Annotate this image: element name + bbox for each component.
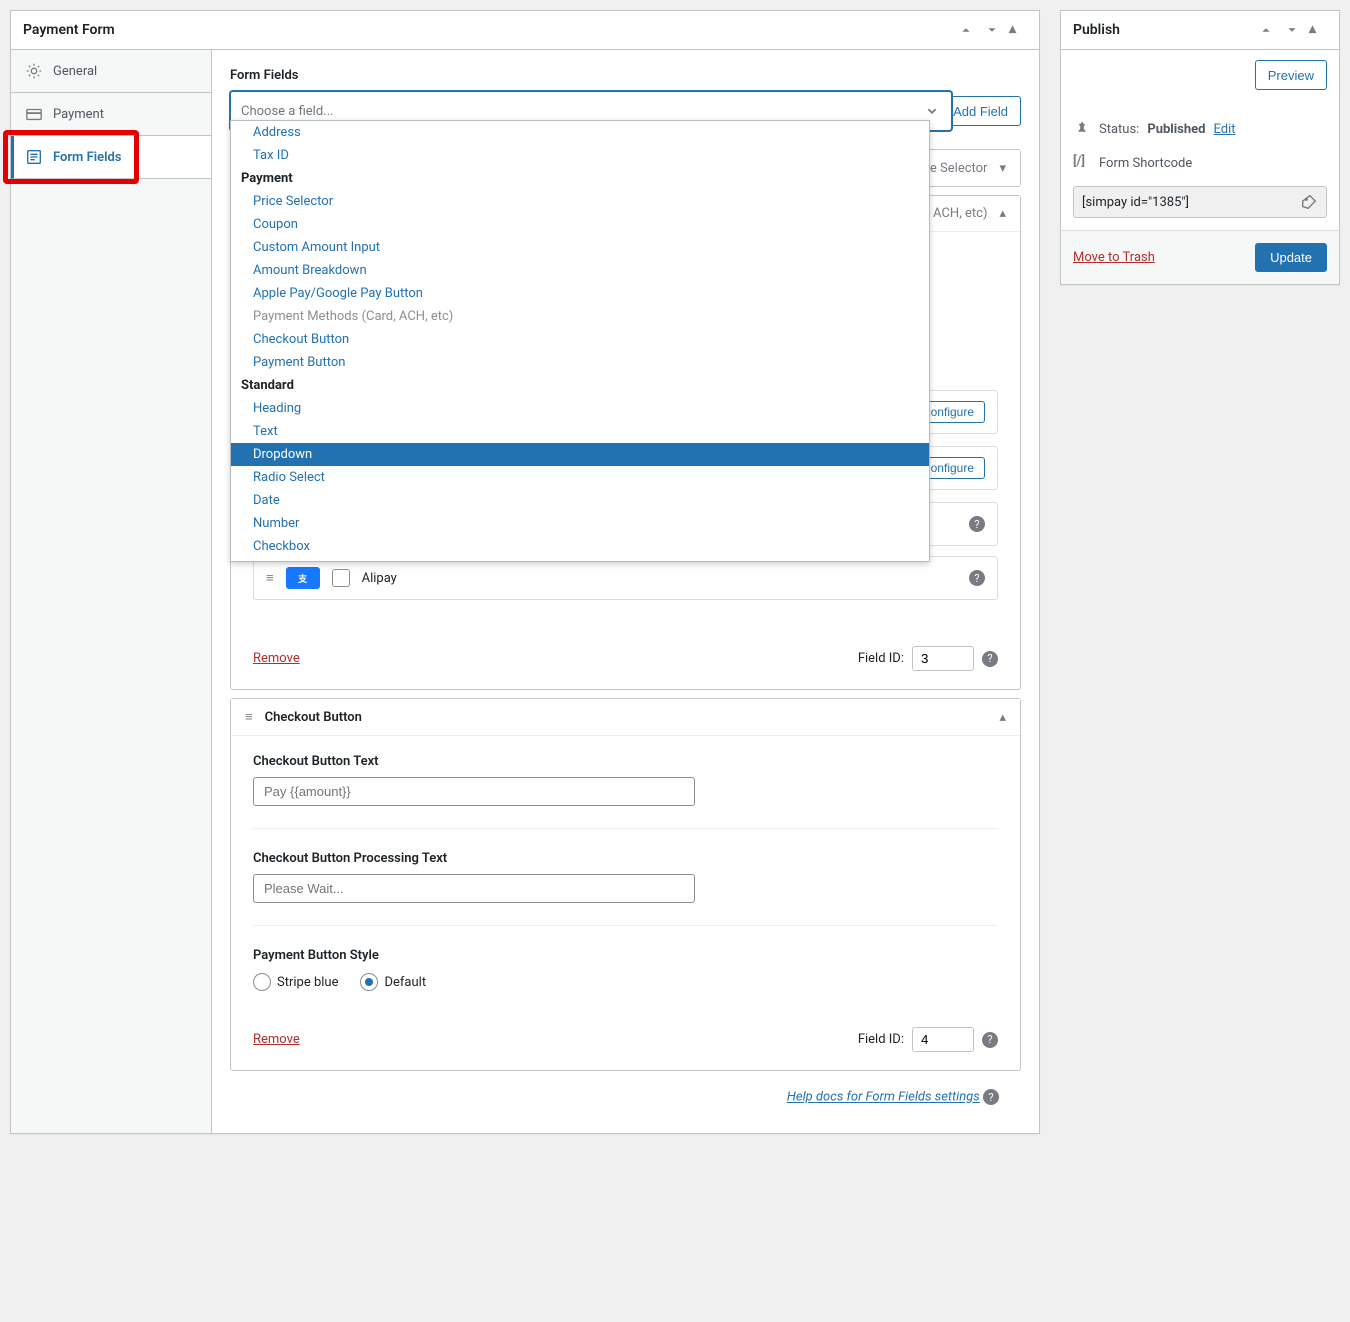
remove-link[interactable]: Remove <box>253 651 300 666</box>
help-icon[interactable]: ? <box>983 1089 999 1105</box>
edit-status-link[interactable]: Edit <box>1213 122 1235 137</box>
dd-address[interactable]: Address <box>231 121 929 144</box>
dd-hidden[interactable]: Hidden <box>231 558 929 562</box>
update-button[interactable]: Update <box>1255 243 1327 272</box>
tab-form-fields-label: Form Fields <box>53 150 121 165</box>
help-icon[interactable]: ? <box>982 651 998 667</box>
drag-icon[interactable]: ≡ <box>266 570 274 586</box>
card-checkout: ≡Checkout Button ▴ Checkout Button Text … <box>230 698 1021 1071</box>
shortcode-icon: [/] <box>1073 154 1091 172</box>
form-fields-heading: Form Fields <box>230 68 1021 83</box>
preview-button[interactable]: Preview <box>1255 60 1327 90</box>
checkout-text-label: Checkout Button Text <box>253 754 998 769</box>
remove-link[interactable]: Remove <box>253 1032 300 1047</box>
chevron-down-icon <box>923 102 941 120</box>
dd-coupon[interactable]: Coupon <box>231 213 929 236</box>
caret-up-icon[interactable]: ▴ <box>999 206 1006 221</box>
tab-general[interactable]: General <box>11 50 211 93</box>
help-icon[interactable]: ? <box>969 516 985 532</box>
dd-date[interactable]: Date <box>231 489 929 512</box>
field-id-input[interactable] <box>912 1027 974 1052</box>
dd-taxid[interactable]: Tax ID <box>231 144 929 167</box>
dd-radio[interactable]: Radio Select <box>231 466 929 489</box>
tab-general-label: General <box>53 64 97 79</box>
dd-checkbox[interactable]: Checkbox <box>231 535 929 558</box>
help-icon[interactable]: ? <box>969 570 985 586</box>
alipay-label: Alipay <box>362 571 957 586</box>
status-label: Status: <box>1099 122 1139 137</box>
shortcode-label: Form Shortcode <box>1099 156 1192 171</box>
caret-up-icon[interactable]: ▴ <box>1309 21 1327 39</box>
chevron-down-icon[interactable] <box>983 21 1001 39</box>
chevron-down-icon[interactable] <box>1283 21 1301 39</box>
help-docs-link[interactable]: Help docs for Form Fields settings <box>787 1090 980 1105</box>
tab-payment-label: Payment <box>53 107 104 122</box>
dd-number[interactable]: Number <box>231 512 929 535</box>
pin-icon <box>1073 120 1091 138</box>
dd-payment-button[interactable]: Payment Button <box>231 351 929 374</box>
dd-price-selector[interactable]: Price Selector <box>231 190 929 213</box>
dd-dropdown[interactable]: Dropdown <box>231 443 929 466</box>
tab-payment[interactable]: Payment <box>11 93 211 136</box>
publish-box: Publish ▴ Preview Status: Published Edit… <box>1060 10 1340 285</box>
publish-title: Publish <box>1073 22 1120 38</box>
chevron-up-icon[interactable] <box>957 21 975 39</box>
field-id-label: Field ID: <box>858 1032 904 1047</box>
pm-alipay-row: ≡ 支 Alipay ? <box>253 556 998 600</box>
card-icon <box>25 105 43 123</box>
field-dropdown[interactable]: Address Tax ID Payment Price Selector Co… <box>230 120 930 562</box>
button-style-label: Payment Button Style <box>253 948 998 963</box>
field-id-input[interactable] <box>912 646 974 671</box>
tag-icon[interactable] <box>1300 193 1318 211</box>
main-title: Payment Form <box>23 22 115 38</box>
chevron-up-icon[interactable] <box>1257 21 1275 39</box>
caret-up-icon[interactable]: ▴ <box>1009 21 1027 39</box>
tab-form-fields[interactable]: Form Fields <box>11 136 211 179</box>
dd-payment-methods[interactable]: Payment Methods (Card, ACH, etc) <box>231 305 929 328</box>
alipay-checkbox[interactable] <box>332 569 350 587</box>
caret-up-icon[interactable]: ▴ <box>999 710 1006 725</box>
checkout-title: Checkout Button <box>265 710 362 725</box>
shortcode-value: [simpay id="1385"] <box>1082 195 1189 210</box>
checkout-text-input[interactable] <box>253 777 695 806</box>
status-value: Published <box>1147 122 1205 137</box>
form-icon <box>25 148 43 166</box>
dd-group-standard: Standard <box>231 374 929 397</box>
gear-icon <box>25 62 43 80</box>
dd-group-payment: Payment <box>231 167 929 190</box>
add-field-button[interactable]: Add Field <box>940 96 1021 126</box>
radio-stripe[interactable] <box>253 973 271 991</box>
checkout-proc-label: Checkout Button Processing Text <box>253 851 998 866</box>
dd-applepay[interactable]: Apple Pay/Google Pay Button <box>231 282 929 305</box>
radio-default[interactable] <box>360 973 378 991</box>
field-id-label: Field ID: <box>858 651 904 666</box>
dd-heading[interactable]: Heading <box>231 397 929 420</box>
dd-checkout-button[interactable]: Checkout Button <box>231 328 929 351</box>
dd-amount-breakdown[interactable]: Amount Breakdown <box>231 259 929 282</box>
choose-field-value: Choose a field... <box>241 104 333 119</box>
dd-text[interactable]: Text <box>231 420 929 443</box>
drag-icon[interactable]: ≡ <box>245 709 253 725</box>
stripe-label: Stripe blue <box>277 975 338 990</box>
caret-down-icon[interactable]: ▾ <box>999 161 1006 176</box>
alipay-icon: 支 <box>286 567 320 589</box>
default-label: Default <box>384 975 426 990</box>
help-icon[interactable]: ? <box>982 1032 998 1048</box>
checkout-proc-input[interactable] <box>253 874 695 903</box>
dd-custom-amount[interactable]: Custom Amount Input <box>231 236 929 259</box>
main-box-header: Payment Form ▴ <box>11 11 1039 50</box>
move-to-trash-link[interactable]: Move to Trash <box>1073 250 1155 265</box>
